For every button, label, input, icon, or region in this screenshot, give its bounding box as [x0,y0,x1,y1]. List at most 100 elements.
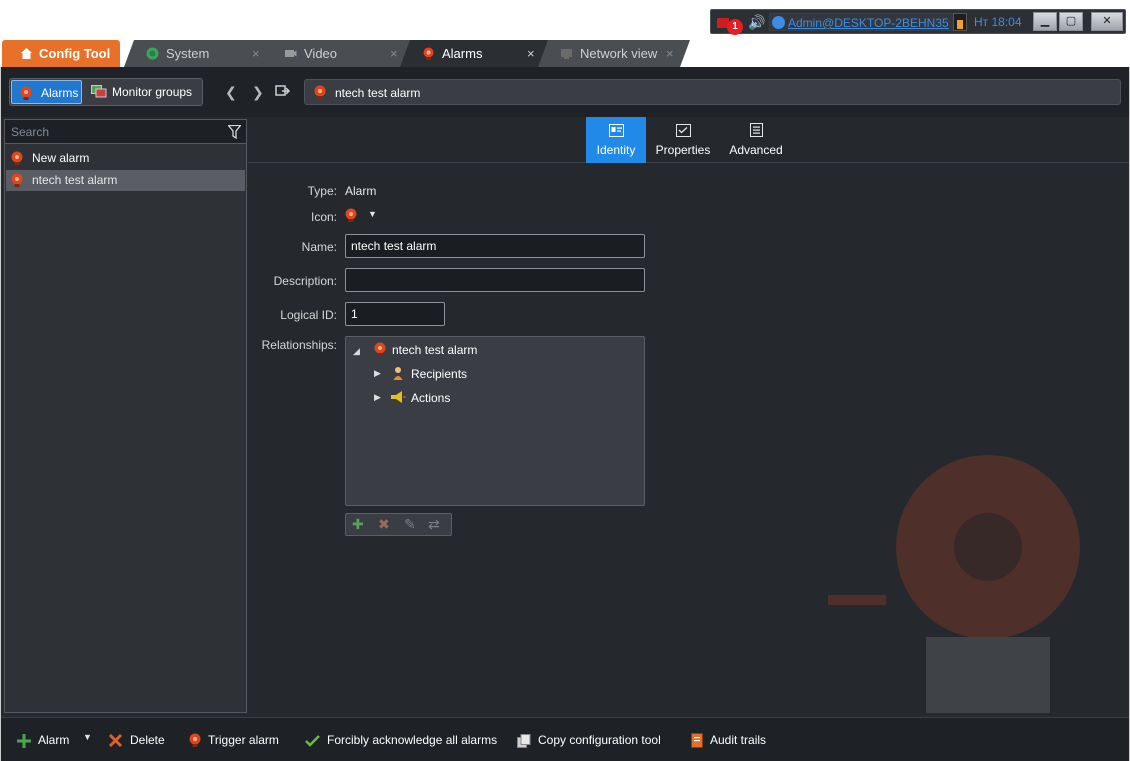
globe-icon [772,16,785,29]
tree-node-recipients[interactable]: Recipients [411,367,467,381]
camera-icon [284,47,297,60]
view-switcher: Alarms Monitor groups [9,78,203,106]
close-tab-icon[interactable]: × [252,40,260,68]
check-icon [305,734,320,747]
close-window-button[interactable]: ✕ [1091,12,1123,31]
alarm-icon [189,733,201,748]
edit-icon[interactable]: ✎ [404,516,416,533]
expand-icon[interactable]: ▶ [374,392,381,403]
search-input[interactable]: Search [5,120,246,144]
alarm-icon [345,208,357,222]
alarm-watermark-icon [828,455,1080,713]
alarm-icon [374,342,386,356]
alarm-count-badge: 1 [727,19,743,35]
collapse-icon[interactable]: ◢ [353,346,360,357]
type-label: Type: [307,184,337,198]
list-item-ntech-test-alarm[interactable]: ntech test alarm [6,170,245,191]
breadcrumb[interactable]: ntech test alarm [304,79,1121,105]
properties-icon [676,124,691,137]
connection-icon[interactable] [953,13,967,31]
delete-button[interactable]: Delete [108,733,165,748]
minimize-button[interactable]: ▁ [1033,12,1057,31]
relationships-tree: ◢ ntech test alarm ▶ Recipients ▶ Action… [345,336,645,506]
logical-id-label: Logical ID: [280,308,337,322]
user-label: Admin@DESKTOP-2BEHN35 [788,16,949,30]
trigger-alarm-button[interactable]: Trigger alarm [189,733,279,748]
close-tab-icon[interactable]: × [666,40,674,68]
name-field[interactable]: ntech test alarm [345,234,645,258]
globe-icon [146,47,159,60]
alarm-icon [422,47,435,60]
home-icon [21,48,32,59]
close-tab-icon[interactable]: × [390,40,398,68]
description-label: Description: [273,274,337,288]
main-window: Alarms Monitor groups ❮ ❯ ntech test ala… [0,67,1130,761]
copy-configuration-button[interactable]: Copy configuration tool [517,733,661,748]
tab-advanced[interactable]: Advanced [720,117,792,163]
go-to-entity-icon[interactable] [275,84,291,98]
plus-icon [17,733,31,748]
type-value: Alarm [345,184,377,198]
monitor-group-icon [91,85,107,98]
speaker-icon[interactable]: 🔊 [748,14,765,31]
audit-icon [691,733,703,749]
entity-list-panel: Search New alarm ntech test alarm [4,119,247,713]
user-icon [393,367,403,380]
add-alarm-button[interactable]: Alarm [17,733,69,748]
system-tray: 1 🔊 Admin@DESKTOP-2BEHN35 Нт 18:04 ▁ ▢ ✕ [710,9,1126,35]
description-field[interactable] [345,268,645,292]
tab-system[interactable]: System × [124,40,274,67]
filter-icon[interactable] [228,125,241,139]
delete-icon [108,734,123,748]
icon-picker[interactable]: ▼ [345,207,381,225]
maximize-button[interactable]: ▢ [1059,12,1083,31]
close-tab-icon[interactable]: × [527,40,535,68]
audit-trails-button[interactable]: Audit trails [691,733,766,749]
transfer-icon[interactable]: ⇄ [428,516,440,533]
search-placeholder: Search [11,125,50,139]
alarm-icon [20,86,32,100]
chevron-down-icon: ▼ [368,209,377,219]
bottom-action-bar: Alarm ▼ Delete Trigger alarm Forcibly ac… [1,717,1129,761]
alarm-icon [11,173,23,187]
alarm-icon [11,151,23,165]
main-tabs: Config Tool System × Video × Alarms × Ne… [0,40,1130,67]
alarms-view-button[interactable]: Alarms [11,80,82,104]
chevron-down-icon[interactable]: ▼ [83,732,92,742]
name-label: Name: [301,240,337,254]
icon-label: Icon: [310,210,337,224]
tab-properties[interactable]: Properties [648,117,718,163]
delete-icon[interactable]: ✖ [378,516,390,533]
id-card-icon [609,124,624,137]
tab-identity[interactable]: Identity [586,117,646,163]
tree-node-root[interactable]: ntech test alarm [392,343,477,357]
forward-arrow-icon[interactable]: ❯ [252,84,264,101]
page-tabs: Identity Properties Advanced [248,117,1129,163]
expand-icon[interactable]: ▶ [374,368,381,379]
entity-detail-panel: Identity Properties Advanced Type: Alarm… [248,117,1129,713]
title-bar: 1 🔊 Admin@DESKTOP-2BEHN35 Нт 18:04 ▁ ▢ ✕ [0,0,1130,40]
user-link[interactable]: Admin@DESKTOP-2BEHN35 [769,13,954,31]
add-icon[interactable]: ✚ [352,516,364,533]
tab-network-view[interactable]: Network view × [538,40,690,67]
active-alarms-indicator[interactable]: 1 [715,13,743,35]
action-icon [391,391,406,403]
relationships-label: Relationships: [261,338,337,352]
tab-alarms[interactable]: Alarms × [400,40,550,67]
tab-config-tool[interactable]: Config Tool [2,40,120,67]
clock: Нт 18:04 [974,15,1022,29]
alarm-icon [314,85,326,99]
tab-video[interactable]: Video × [262,40,412,67]
copy-icon [517,733,531,748]
tree-node-actions[interactable]: Actions [411,391,450,405]
breadcrumb-label: ntech test alarm [335,86,421,100]
force-acknowledge-button[interactable]: Forcibly acknowledge all alarms [305,733,497,748]
logical-id-field[interactable]: 1 [345,302,445,326]
network-icon [560,47,573,60]
monitor-groups-button[interactable]: Monitor groups [86,80,202,104]
advanced-icon [750,123,763,137]
relationship-toolbar: ✚ ✖ ✎ ⇄ [345,513,452,536]
task-toolbar: Alarms Monitor groups ❮ ❯ ntech test ala… [1,67,1129,117]
back-arrow-icon[interactable]: ❮ [225,84,237,101]
list-item-new-alarm[interactable]: New alarm [6,148,245,169]
